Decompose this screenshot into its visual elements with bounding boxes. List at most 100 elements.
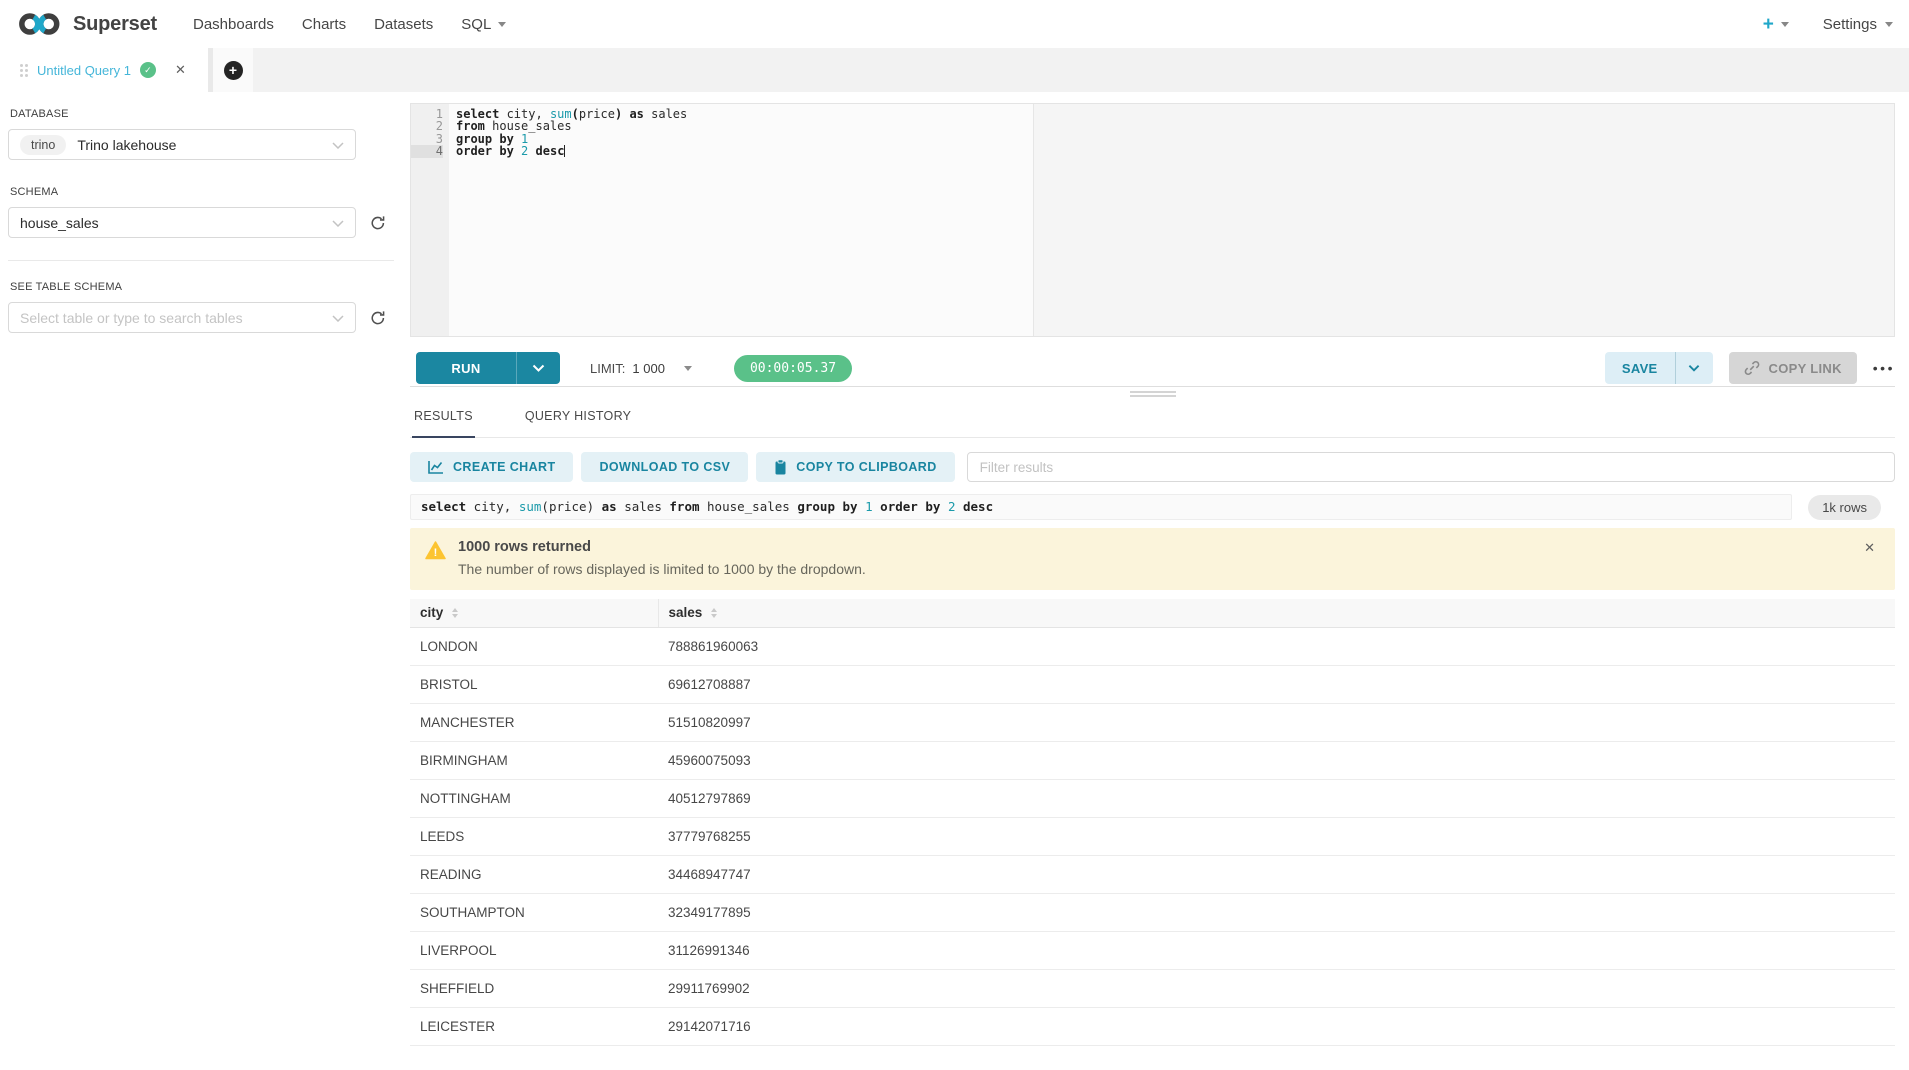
- tab-query-history[interactable]: QUERY HISTORY: [523, 405, 633, 437]
- limit-dropdown[interactable]: LIMIT: 1 000: [590, 361, 692, 376]
- database-value: Trino lakehouse: [77, 137, 176, 153]
- table-cell: 40512797869: [658, 779, 1895, 817]
- schema-label: SCHEMA: [10, 186, 398, 198]
- code-line[interactable]: group by 1: [456, 133, 1894, 145]
- table-search-select[interactable]: Select table or type to search tables: [8, 302, 356, 333]
- brand-name: Superset: [73, 13, 157, 36]
- sort-icon[interactable]: [711, 608, 717, 618]
- settings-menu[interactable]: Settings: [1823, 16, 1893, 33]
- tabstrip-lead: [0, 48, 8, 92]
- tab-results[interactable]: RESULTS: [412, 405, 475, 438]
- results-tabbar: RESULTS QUERY HISTORY: [410, 397, 1895, 438]
- table-cell: 34468947747: [658, 855, 1895, 893]
- table-cell: BIRMINGHAM: [410, 741, 658, 779]
- editor-code[interactable]: select city, sum(price) as salesfrom hou…: [449, 104, 1894, 336]
- copy-clipboard-label: COPY TO CLIPBOARD: [796, 460, 936, 474]
- copy-link-label: COPY LINK: [1769, 361, 1842, 376]
- database-type-pill: trino: [20, 135, 66, 155]
- column-header-city[interactable]: city: [410, 599, 658, 627]
- column-header-sales[interactable]: sales: [658, 599, 1895, 627]
- save-options-caret[interactable]: [1675, 352, 1713, 384]
- download-csv-label: DOWNLOAD TO CSV: [599, 460, 730, 474]
- nav-links: Dashboards Charts Datasets SQL: [179, 16, 520, 33]
- chevron-down-icon: [1688, 364, 1700, 372]
- table-cell: 29142071716: [658, 1007, 1895, 1045]
- query-tabstrip: Untitled Query 1 ✓ ✕ +: [0, 48, 1909, 92]
- code-line[interactable]: order by 2 desc: [456, 145, 1894, 157]
- table-cell: MANCHESTER: [410, 703, 658, 741]
- table-row: LEEDS37779768255: [410, 817, 1895, 855]
- drag-handle-icon[interactable]: [20, 64, 28, 77]
- table-row: READING34468947747: [410, 855, 1895, 893]
- chevron-down-icon: [332, 309, 344, 327]
- text-cursor: [564, 145, 565, 157]
- query-preview-text: select city, sum(price) as sales from ho…: [410, 494, 1792, 520]
- database-select[interactable]: trino Trino lakehouse: [8, 129, 356, 160]
- table-cell: LEEDS: [410, 817, 658, 855]
- code-line[interactable]: select city, sum(price) as sales: [456, 108, 1894, 120]
- table-row: BRISTOL69612708887: [410, 665, 1895, 703]
- nav-item-charts[interactable]: Charts: [288, 16, 360, 33]
- copy-link-button[interactable]: COPY LINK: [1729, 352, 1857, 384]
- new-menu-button[interactable]: +: [1763, 15, 1789, 34]
- superset-logo[interactable]: Superset: [16, 11, 157, 37]
- table-row: NOTTINGHAM40512797869: [410, 779, 1895, 817]
- splitter-drag-handle[interactable]: [1130, 391, 1176, 397]
- rows-limit-alert: ! 1000 rows returned The number of rows …: [410, 528, 1895, 590]
- download-csv-button[interactable]: DOWNLOAD TO CSV: [581, 452, 748, 482]
- sql-editor[interactable]: 1234 select city, sum(price) as salesfro…: [410, 103, 1895, 337]
- create-chart-button[interactable]: CREATE CHART: [410, 452, 573, 482]
- table-cell: 51510820997: [658, 703, 1895, 741]
- chevron-down-icon: [684, 366, 692, 371]
- pane-divider: [410, 386, 1895, 387]
- line-number: 4: [411, 145, 443, 157]
- svg-text:!: !: [434, 547, 438, 559]
- chevron-down-icon: [1781, 22, 1789, 27]
- chevron-down-icon: [1885, 22, 1893, 27]
- query-preview-row: select city, sum(price) as sales from ho…: [410, 494, 1895, 520]
- editor-results-pane: 1234 select city, sum(price) as salesfro…: [410, 92, 1895, 1070]
- more-actions-button[interactable]: •••: [1873, 360, 1895, 376]
- table-row: LIVERPOOL31126991346: [410, 931, 1895, 969]
- settings-label: Settings: [1823, 16, 1877, 33]
- table-cell: 788861960063: [658, 627, 1895, 665]
- line-number: 2: [411, 120, 443, 132]
- alert-message: The number of rows displayed is limited …: [458, 561, 866, 577]
- refresh-tables-button[interactable]: [369, 309, 387, 327]
- save-button[interactable]: SAVE: [1605, 352, 1713, 384]
- schema-select[interactable]: house_sales: [8, 207, 356, 238]
- query-timer: 00:00:05.37: [734, 355, 852, 382]
- run-label[interactable]: RUN: [416, 352, 516, 384]
- chart-icon: [428, 460, 444, 474]
- row-count-badge: 1k rows: [1808, 495, 1881, 520]
- database-label: DATABASE: [10, 108, 398, 120]
- refresh-schemas-button[interactable]: [369, 214, 387, 232]
- chevron-down-icon: [498, 22, 506, 27]
- close-alert-icon[interactable]: ✕: [1864, 540, 1875, 556]
- run-options-caret[interactable]: [516, 352, 560, 384]
- navbar: Superset Dashboards Charts Datasets SQL …: [0, 0, 1909, 48]
- infinity-logo-icon: [16, 11, 64, 37]
- table-cell: 69612708887: [658, 665, 1895, 703]
- editor-gutter: 1234: [411, 104, 449, 336]
- chevron-down-icon: [532, 364, 545, 372]
- copy-clipboard-button[interactable]: COPY TO CLIPBOARD: [756, 452, 954, 482]
- sort-icon[interactable]: [452, 608, 458, 618]
- tab-untitled-query[interactable]: Untitled Query 1 ✓ ✕: [8, 48, 208, 92]
- navbar-right: + Settings: [1763, 15, 1893, 34]
- nav-item-dashboards[interactable]: Dashboards: [179, 16, 288, 33]
- nav-item-sql[interactable]: SQL: [447, 16, 520, 33]
- limit-value: 1 000: [632, 361, 665, 376]
- sqllab-main: DATABASE trino Trino lakehouse SCHEMA ho…: [0, 92, 1909, 1070]
- add-tab-button[interactable]: +: [213, 48, 253, 92]
- save-label[interactable]: SAVE: [1605, 352, 1675, 384]
- table-row: SHEFFIELD29911769902: [410, 969, 1895, 1007]
- close-tab-icon[interactable]: ✕: [175, 62, 186, 78]
- results-table-body: LONDON788861960063BRISTOL69612708887MANC…: [410, 627, 1895, 1045]
- filter-results-input[interactable]: [967, 452, 1895, 482]
- run-button[interactable]: RUN: [416, 352, 560, 384]
- create-chart-label: CREATE CHART: [453, 460, 555, 474]
- nav-item-datasets[interactable]: Datasets: [360, 16, 447, 33]
- code-line[interactable]: from house_sales: [456, 120, 1894, 132]
- table-cell: 37779768255: [658, 817, 1895, 855]
